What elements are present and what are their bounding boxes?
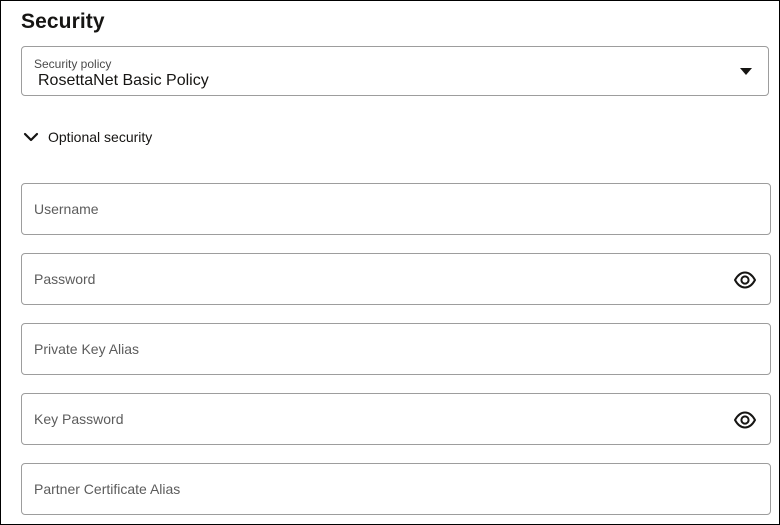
optional-security-label: Optional security [48,129,153,145]
optional-security-toggle[interactable]: Optional security [21,125,152,149]
key-password-input[interactable] [22,394,770,444]
key-password-field-container [21,393,771,445]
password-field-container [21,253,771,305]
partner-certificate-alias-input[interactable] [22,464,770,514]
private-key-alias-field-container [21,323,771,375]
chevron-down-icon [23,132,39,142]
password-input[interactable] [22,254,770,304]
username-field-container [21,183,771,235]
private-key-alias-input[interactable] [22,324,770,374]
eye-icon[interactable] [733,408,757,432]
security-panel: Security Security policy RosettaNet Basi… [0,0,780,525]
security-policy-value: RosettaNet Basic Policy [38,72,209,89]
security-policy-select[interactable]: Security policy RosettaNet Basic Policy [21,46,769,96]
section-title: Security [21,10,105,33]
partner-certificate-alias-field-container [21,463,771,515]
caret-down-icon[interactable] [740,68,752,75]
username-input[interactable] [22,184,770,234]
security-policy-label: Security policy [34,57,112,71]
eye-icon[interactable] [733,268,757,292]
